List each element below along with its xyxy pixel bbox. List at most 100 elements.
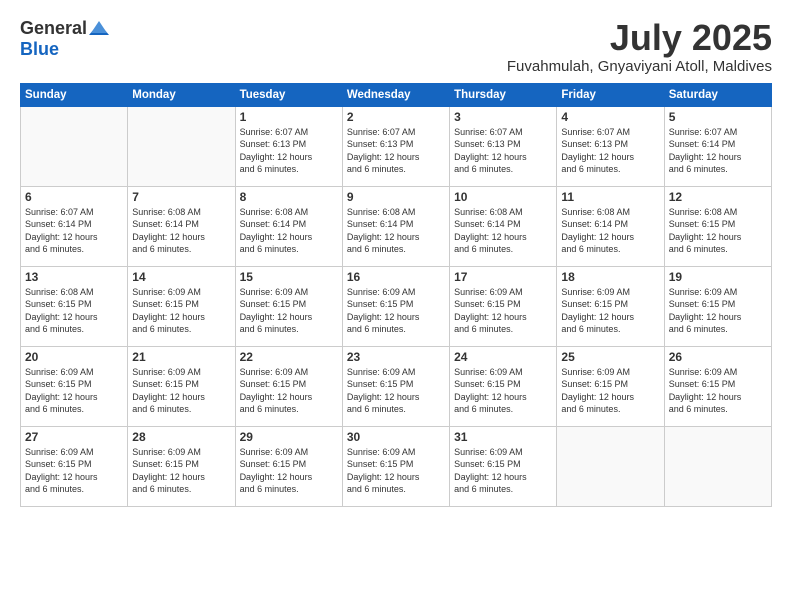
day-info: Sunrise: 6:08 AM Sunset: 6:14 PM Dayligh… [240, 206, 338, 256]
calendar-cell: 5 Sunrise: 6:07 AM Sunset: 6:14 PM Daylig… [664, 106, 771, 186]
day-info: Sunrise: 6:09 AM Sunset: 6:15 PM Dayligh… [561, 286, 659, 336]
header: General Blue July 2025 Fuvahmulah, Gnyav… [20, 18, 772, 75]
calendar-week-1: 1Sunrise: 6:07 AM Sunset: 6:13 PM Daylig… [21, 106, 772, 186]
day-number: 20 [25, 350, 123, 364]
calendar-cell: 4Sunrise: 6:07 AM Sunset: 6:13 PM Daylig… [557, 106, 664, 186]
calendar-cell: 31 Sunrise: 6:09 AM Sunset: 6:15 PM Dayli… [450, 426, 557, 506]
day-number: 30 [347, 430, 445, 444]
logo-general-text: General [20, 18, 87, 39]
day-number: 11 [561, 190, 659, 204]
calendar-cell [128, 106, 235, 186]
day-number: 2 [347, 110, 445, 124]
calendar-cell: 1Sunrise: 6:07 AM Sunset: 6:13 PM Daylig… [235, 106, 342, 186]
day-info: Sunrise: 6:09 AM Sunset: 6:15 PM Dayligh… [669, 286, 767, 336]
day-number: 28 [132, 430, 230, 444]
month-title: July 2025 [507, 18, 772, 58]
calendar-cell: 11 Sunrise: 6:08 AM Sunset: 6:14 PM Dayli… [557, 186, 664, 266]
day-number: 3 [454, 110, 552, 124]
calendar-cell: 8Sunrise: 6:08 AM Sunset: 6:14 PM Daylig… [235, 186, 342, 266]
calendar-cell: 10 Sunrise: 6:08 AM Sunset: 6:14 PM Dayli… [450, 186, 557, 266]
day-info: Sunrise: 6:08 AM Sunset: 6:15 PM Dayligh… [669, 206, 767, 256]
calendar-cell: 28 Sunrise: 6:09 AM Sunset: 6:15 PM Dayli… [128, 426, 235, 506]
day-number: 26 [669, 350, 767, 364]
weekday-header-thursday: Thursday [450, 83, 557, 106]
calendar-week-4: 20 Sunrise: 6:09 AM Sunset: 6:15 PM Dayli… [21, 346, 772, 426]
day-info: Sunrise: 6:08 AM Sunset: 6:15 PM Dayligh… [25, 286, 123, 336]
day-info: Sunrise: 6:07 AM Sunset: 6:13 PM Dayligh… [347, 126, 445, 176]
day-number: 17 [454, 270, 552, 284]
logo-blue-text: Blue [20, 39, 59, 59]
day-info: Sunrise: 6:09 AM Sunset: 6:15 PM Dayligh… [132, 286, 230, 336]
day-info: Sunrise: 6:08 AM Sunset: 6:14 PM Dayligh… [132, 206, 230, 256]
calendar-cell: 2 Sunrise: 6:07 AM Sunset: 6:13 PM Daylig… [342, 106, 449, 186]
title-block: July 2025 Fuvahmulah, Gnyaviyani Atoll, … [507, 18, 772, 75]
day-number: 12 [669, 190, 767, 204]
weekday-header-friday: Friday [557, 83, 664, 106]
day-info: Sunrise: 6:07 AM Sunset: 6:14 PM Dayligh… [669, 126, 767, 176]
day-number: 19 [669, 270, 767, 284]
day-info: Sunrise: 6:09 AM Sunset: 6:15 PM Dayligh… [454, 366, 552, 416]
day-number: 7 [132, 190, 230, 204]
day-info: Sunrise: 6:09 AM Sunset: 6:15 PM Dayligh… [454, 446, 552, 496]
calendar-cell: 24 Sunrise: 6:09 AM Sunset: 6:15 PM Dayli… [450, 346, 557, 426]
day-number: 22 [240, 350, 338, 364]
logo-line: General [20, 18, 109, 39]
weekday-header-sunday: Sunday [21, 83, 128, 106]
calendar-cell [21, 106, 128, 186]
day-number: 27 [25, 430, 123, 444]
day-number: 29 [240, 430, 338, 444]
weekday-header-tuesday: Tuesday [235, 83, 342, 106]
day-number: 5 [669, 110, 767, 124]
day-number: 10 [454, 190, 552, 204]
calendar-cell: 13 Sunrise: 6:08 AM Sunset: 6:15 PM Dayli… [21, 266, 128, 346]
calendar-cell: 17 Sunrise: 6:09 AM Sunset: 6:15 PM Dayli… [450, 266, 557, 346]
day-info: Sunrise: 6:09 AM Sunset: 6:15 PM Dayligh… [347, 366, 445, 416]
day-info: Sunrise: 6:09 AM Sunset: 6:15 PM Dayligh… [132, 366, 230, 416]
day-info: Sunrise: 6:08 AM Sunset: 6:14 PM Dayligh… [347, 206, 445, 256]
location-title: Fuvahmulah, Gnyaviyani Atoll, Maldives [507, 58, 772, 75]
day-info: Sunrise: 6:09 AM Sunset: 6:15 PM Dayligh… [240, 286, 338, 336]
calendar-cell: 22 Sunrise: 6:09 AM Sunset: 6:15 PM Dayli… [235, 346, 342, 426]
day-info: Sunrise: 6:09 AM Sunset: 6:15 PM Dayligh… [347, 286, 445, 336]
calendar-cell: 30Sunrise: 6:09 AM Sunset: 6:15 PM Dayli… [342, 426, 449, 506]
calendar-cell: 20 Sunrise: 6:09 AM Sunset: 6:15 PM Dayli… [21, 346, 128, 426]
day-number: 21 [132, 350, 230, 364]
calendar-table: SundayMondayTuesdayWednesdayThursdayFrid… [20, 83, 772, 507]
calendar-cell: 15 Sunrise: 6:09 AM Sunset: 6:15 PM Dayli… [235, 266, 342, 346]
calendar-cell: 19 Sunrise: 6:09 AM Sunset: 6:15 PM Dayli… [664, 266, 771, 346]
day-number: 24 [454, 350, 552, 364]
calendar-cell: 12 Sunrise: 6:08 AM Sunset: 6:15 PM Dayli… [664, 186, 771, 266]
calendar-cell [664, 426, 771, 506]
calendar-cell: 25Sunrise: 6:09 AM Sunset: 6:15 PM Dayli… [557, 346, 664, 426]
calendar-cell: 6 Sunrise: 6:07 AM Sunset: 6:14 PM Daylig… [21, 186, 128, 266]
day-info: Sunrise: 6:09 AM Sunset: 6:15 PM Dayligh… [25, 366, 123, 416]
day-number: 9 [347, 190, 445, 204]
calendar-cell: 3 Sunrise: 6:07 AM Sunset: 6:13 PM Daylig… [450, 106, 557, 186]
day-number: 6 [25, 190, 123, 204]
day-info: Sunrise: 6:08 AM Sunset: 6:14 PM Dayligh… [454, 206, 552, 256]
calendar-header-row: SundayMondayTuesdayWednesdayThursdayFrid… [21, 83, 772, 106]
day-info: Sunrise: 6:07 AM Sunset: 6:14 PM Dayligh… [25, 206, 123, 256]
calendar-cell: 27 Sunrise: 6:09 AM Sunset: 6:15 PM Dayli… [21, 426, 128, 506]
day-info: Sunrise: 6:09 AM Sunset: 6:15 PM Dayligh… [25, 446, 123, 496]
page: General Blue July 2025 Fuvahmulah, Gnyav… [0, 0, 792, 612]
calendar-cell: 9 Sunrise: 6:08 AM Sunset: 6:14 PM Daylig… [342, 186, 449, 266]
day-info: Sunrise: 6:09 AM Sunset: 6:15 PM Dayligh… [454, 286, 552, 336]
day-info: Sunrise: 6:09 AM Sunset: 6:15 PM Dayligh… [561, 366, 659, 416]
calendar-cell: 16Sunrise: 6:09 AM Sunset: 6:15 PM Dayli… [342, 266, 449, 346]
logo-icon [89, 21, 109, 37]
day-number: 13 [25, 270, 123, 284]
day-number: 18 [561, 270, 659, 284]
day-info: Sunrise: 6:09 AM Sunset: 6:15 PM Dayligh… [669, 366, 767, 416]
weekday-header-wednesday: Wednesday [342, 83, 449, 106]
day-info: Sunrise: 6:09 AM Sunset: 6:15 PM Dayligh… [240, 366, 338, 416]
day-number: 15 [240, 270, 338, 284]
day-number: 31 [454, 430, 552, 444]
day-info: Sunrise: 6:07 AM Sunset: 6:13 PM Dayligh… [454, 126, 552, 176]
day-number: 4 [561, 110, 659, 124]
calendar-cell: 26 Sunrise: 6:09 AM Sunset: 6:15 PM Dayli… [664, 346, 771, 426]
day-info: Sunrise: 6:08 AM Sunset: 6:14 PM Dayligh… [561, 206, 659, 256]
logo: General Blue [20, 18, 109, 60]
day-info: Sunrise: 6:09 AM Sunset: 6:15 PM Dayligh… [132, 446, 230, 496]
day-number: 14 [132, 270, 230, 284]
